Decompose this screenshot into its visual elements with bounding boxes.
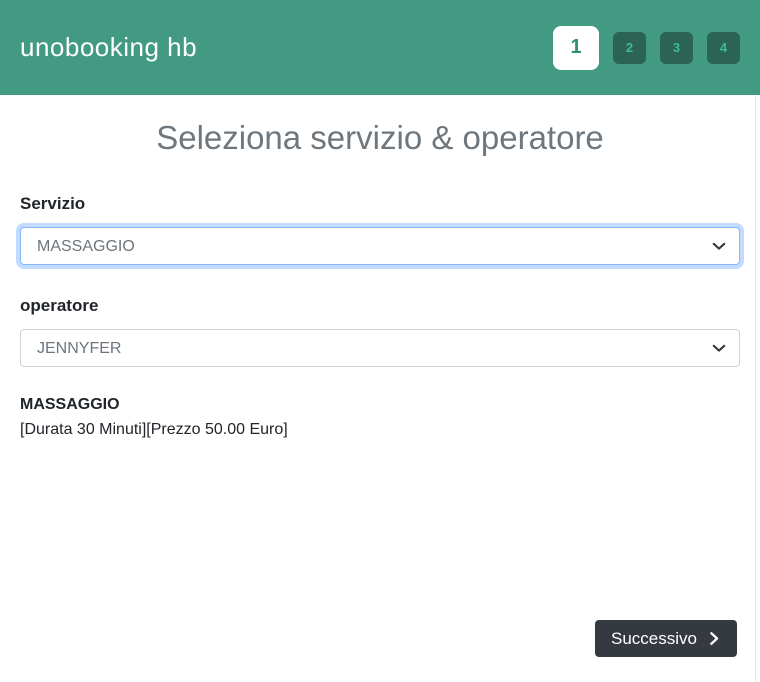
service-info-name: MASSAGGIO (20, 396, 120, 413)
service-select-wrap: MASSAGGIO (20, 227, 740, 265)
service-select[interactable]: MASSAGGIO (20, 227, 740, 265)
service-label: Servizio (20, 194, 86, 213)
operator-field-group: operatore JENNYFER (20, 296, 740, 367)
service-field-group: Servizio MASSAGGIO (20, 194, 740, 265)
main-content: Seleziona servizio & operatore Servizio … (0, 118, 760, 657)
service-info-details: [Durata 30 Minuti][Prezzo 50.00 Euro] (20, 421, 288, 438)
brand-title: unobooking hb (20, 32, 198, 62)
step-badge-3[interactable]: 3 (660, 31, 693, 64)
page-title: Seleziona servizio & operatore (156, 119, 604, 156)
step-badge-1[interactable]: 1 (553, 25, 599, 70)
step-badge-4[interactable]: 4 (707, 31, 740, 64)
operator-select-wrap: JENNYFER (20, 329, 740, 367)
next-button-label: Successivo (611, 628, 697, 648)
operator-label: operatore (20, 296, 99, 315)
step-indicator: 1 2 3 4 (553, 25, 740, 70)
next-button[interactable]: Successivo (595, 620, 737, 657)
service-info: MASSAGGIO [Durata 30 Minuti][Prezzo 50.0… (20, 395, 740, 440)
app-header: unobooking hb 1 2 3 4 (0, 0, 760, 95)
chevron-right-icon (707, 631, 721, 646)
footer-actions: Successivo (20, 620, 740, 657)
operator-select[interactable]: JENNYFER (20, 329, 740, 367)
step-badge-2[interactable]: 2 (613, 31, 646, 64)
viewport-edge-divider (755, 95, 756, 682)
